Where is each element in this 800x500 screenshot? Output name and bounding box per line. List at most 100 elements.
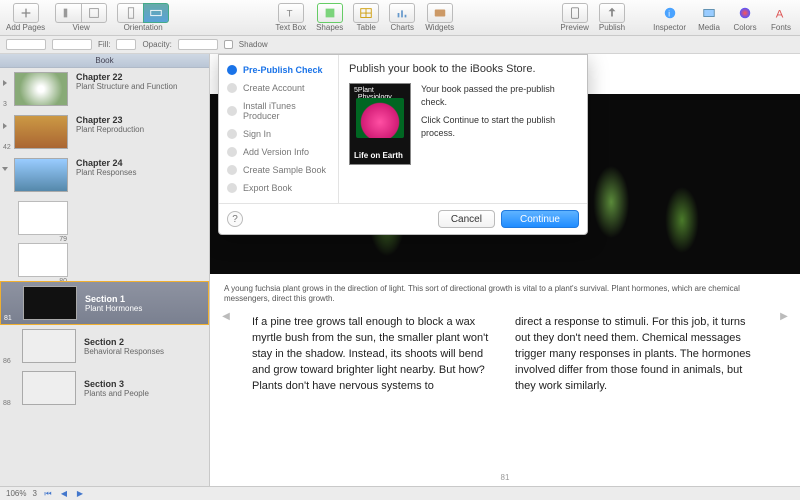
- fill-swatch[interactable]: [116, 39, 136, 50]
- colors-button[interactable]: [732, 3, 758, 23]
- add-pages-label: Add Pages: [6, 23, 45, 32]
- zoom-level[interactable]: 106%: [6, 489, 26, 498]
- chapter-subtitle: Plant Reproduction: [76, 125, 144, 134]
- dialog-message: Click Continue to start the publish proc…: [421, 114, 577, 139]
- publish-step[interactable]: Install iTunes Producer: [219, 97, 338, 125]
- orientation-portrait-button[interactable]: [117, 3, 143, 23]
- step-bullet-icon: [227, 165, 237, 175]
- body-column-left: If a pine tree grows tall enough to bloc…: [252, 315, 495, 395]
- document-canvas[interactable]: A young fuchsia plant grows in the direc…: [210, 54, 800, 486]
- view-label: View: [73, 23, 90, 32]
- preview-button[interactable]: [562, 3, 588, 23]
- chapter-subtitle: Plant Structure and Function: [76, 82, 177, 91]
- sidebar: Book Chapter 22Plant Structure and Funct…: [0, 54, 210, 486]
- chapter-item[interactable]: Chapter 24Plant Responses: [0, 154, 209, 197]
- publish-step[interactable]: Pre-Publish Check: [219, 61, 338, 79]
- step-label: Add Version Info: [243, 147, 309, 157]
- page-number: 79: [59, 236, 67, 243]
- help-button[interactable]: ?: [227, 211, 243, 227]
- view-page-button[interactable]: [81, 3, 107, 23]
- opacity-label: Opacity:: [142, 40, 171, 49]
- step-bullet-icon: [227, 65, 237, 75]
- charts-button[interactable]: [389, 3, 415, 23]
- orientation-group: Orientation: [117, 3, 169, 32]
- shapes-button[interactable]: [317, 3, 343, 23]
- book-cover-preview: 5Plant Physiology Life on Earth: [349, 83, 411, 165]
- page-number-footer: 81: [210, 473, 800, 482]
- publish-button[interactable]: [599, 3, 625, 23]
- page-thumbnail-row: 80: [0, 239, 209, 281]
- page-thumbnail[interactable]: 80: [18, 243, 68, 277]
- chapter-item[interactable]: Chapter 23Plant Reproduction 42: [0, 111, 209, 154]
- svg-text:i: i: [668, 10, 670, 19]
- page-thumbnail[interactable]: 79: [18, 201, 68, 235]
- opacity-select[interactable]: [178, 39, 218, 50]
- inspector-button[interactable]: i: [657, 3, 683, 23]
- disclosure-triangle-icon[interactable]: [2, 167, 8, 171]
- first-page-button[interactable]: ⏮: [43, 489, 53, 499]
- section-page-num: 81: [4, 315, 12, 322]
- section-subtitle: Plant Hormones: [85, 304, 142, 313]
- format-bar: Fill: Opacity: Shadow: [0, 36, 800, 54]
- section-title: Section 2: [84, 337, 164, 347]
- view-group: View: [55, 3, 107, 32]
- publish-step[interactable]: Sign In: [219, 125, 338, 143]
- section-page-num: 88: [3, 400, 11, 407]
- section-item[interactable]: Section 2Behavioral Responses 86: [0, 325, 209, 367]
- chapter-page-num: 42: [3, 144, 11, 151]
- view-outline-button[interactable]: [55, 3, 81, 23]
- fonts-button[interactable]: A: [768, 3, 794, 23]
- publish-step[interactable]: Export Book: [219, 179, 338, 197]
- publish-step[interactable]: Add Version Info: [219, 143, 338, 161]
- svg-text:A: A: [776, 8, 784, 20]
- publish-step-list: Pre-Publish Check Create Account Install…: [219, 55, 339, 203]
- step-bullet-icon: [227, 129, 237, 139]
- page-thumbnail-row: 79: [0, 197, 209, 239]
- continue-button[interactable]: Continue: [501, 210, 579, 228]
- section-subtitle: Behavioral Responses: [84, 347, 164, 356]
- step-bullet-icon: [227, 147, 237, 157]
- orientation-label: Orientation: [124, 23, 163, 32]
- widgets-button[interactable]: [427, 3, 453, 23]
- publish-step[interactable]: Create Sample Book: [219, 161, 338, 179]
- prev-page-arrow-icon[interactable]: ◀: [218, 309, 234, 325]
- section-item[interactable]: Section 3Plants and People 88: [0, 367, 209, 409]
- text-box-button[interactable]: T: [278, 3, 304, 23]
- prev-page-button[interactable]: ◀: [59, 489, 69, 498]
- media-button[interactable]: [696, 3, 722, 23]
- next-page-arrow-icon[interactable]: ▶: [776, 309, 792, 325]
- section-page-num: 86: [3, 358, 11, 365]
- status-bar: 106% 3 ⏮ ◀ ▶: [0, 486, 800, 500]
- inspector-label: Inspector: [653, 23, 686, 32]
- next-page-button[interactable]: ▶: [75, 489, 85, 498]
- preview-label: Preview: [560, 23, 588, 32]
- stroke-select[interactable]: [52, 39, 92, 50]
- shadow-label: Shadow: [239, 40, 268, 49]
- add-pages-group: Add Pages: [6, 3, 45, 32]
- disclosure-triangle-icon[interactable]: [3, 80, 7, 86]
- section-item[interactable]: Section 1Plant Hormones 81: [0, 281, 209, 325]
- chapter-title: Chapter 22: [76, 72, 177, 82]
- shadow-checkbox[interactable]: [224, 40, 233, 49]
- style-select[interactable]: [6, 39, 46, 50]
- table-button[interactable]: [353, 3, 379, 23]
- current-page: 3: [32, 489, 36, 498]
- chapter-page-num: 3: [3, 101, 7, 108]
- section-subtitle: Plants and People: [84, 389, 149, 398]
- chapter-item[interactable]: Chapter 22Plant Structure and Function 3: [0, 68, 209, 111]
- add-pages-button[interactable]: [13, 3, 39, 23]
- fill-label: Fill:: [98, 40, 110, 49]
- step-label: Create Sample Book: [243, 165, 326, 175]
- step-label: Export Book: [243, 183, 292, 193]
- sidebar-header: Book: [0, 54, 209, 68]
- text-box-label: Text Box: [275, 23, 306, 32]
- step-label: Create Account: [243, 83, 305, 93]
- publish-label: Publish: [599, 23, 625, 32]
- widgets-label: Widgets: [425, 23, 454, 32]
- publish-step[interactable]: Create Account: [219, 79, 338, 97]
- cover-title: Life on Earth: [354, 151, 403, 160]
- orientation-landscape-button[interactable]: [143, 3, 169, 23]
- cancel-button[interactable]: Cancel: [438, 210, 495, 228]
- step-bullet-icon: [227, 183, 237, 193]
- disclosure-triangle-icon[interactable]: [3, 123, 7, 129]
